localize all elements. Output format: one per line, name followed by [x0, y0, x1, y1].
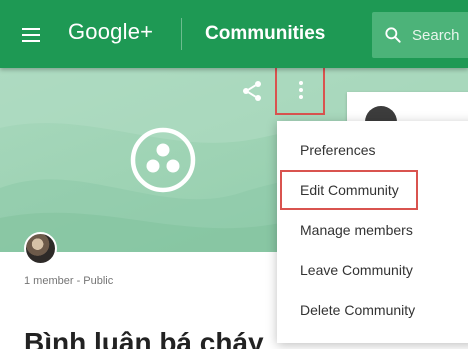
search-icon [385, 27, 401, 43]
member-avatar[interactable] [24, 232, 57, 265]
search-box[interactable]: Search [372, 12, 468, 58]
menu-item-manage-members[interactable]: Manage members [277, 210, 468, 250]
menu-item-delete-community[interactable]: Delete Community [277, 290, 468, 330]
community-options-menu: Preferences Edit Community Manage member… [277, 121, 468, 343]
google-plus-logo[interactable]: Google+ [68, 19, 153, 45]
community-logo-icon [130, 127, 196, 193]
google-plus-community-page: Google+ Communities Search 1 member - Pu… [0, 0, 468, 349]
menu-item-leave-community[interactable]: Leave Community [277, 250, 468, 290]
header-divider [181, 18, 182, 50]
more-vertical-icon[interactable] [275, 68, 325, 115]
top-app-bar: Google+ Communities Search [0, 0, 468, 68]
search-placeholder: Search [412, 27, 460, 44]
community-meta: 1 member - Public [24, 275, 114, 287]
share-icon[interactable] [240, 79, 264, 103]
menu-item-preferences[interactable]: Preferences [277, 130, 468, 170]
community-name: Bình luận bá cháy [24, 327, 264, 349]
hamburger-menu-icon[interactable] [18, 24, 46, 46]
menu-item-edit-community[interactable]: Edit Community [280, 170, 418, 210]
page-title: Communities [205, 23, 326, 44]
